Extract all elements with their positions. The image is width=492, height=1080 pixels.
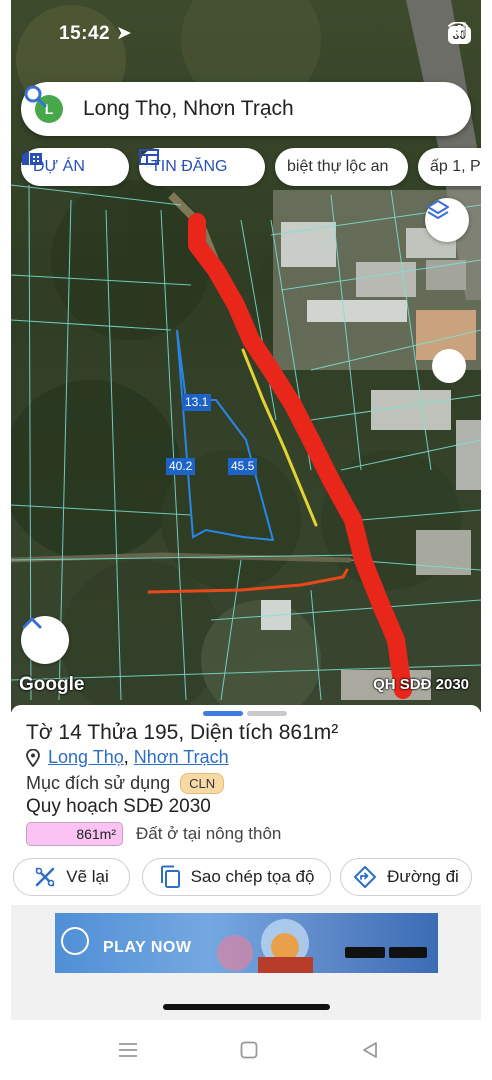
parcel-title: Tờ 14 Thửa 195, Diện tích 861m² <box>26 721 339 744</box>
copy-icon <box>160 865 180 888</box>
area-description: Đất ở tại nông thôn <box>136 824 282 843</box>
chip-suggestion-2[interactable]: ấp 1, Ph <box>418 148 481 186</box>
chip-tin-dang[interactable]: TIN ĐĂNG <box>139 148 265 186</box>
app-screen: 15:42 ➤ 80 L Long Thọ, Nhơn Trạch <box>11 0 481 1020</box>
layers-button[interactable] <box>425 198 469 242</box>
ad-play-now[interactable]: PLAY NOW <box>103 939 191 957</box>
redraw-button[interactable]: Vẽ lại <box>13 858 130 896</box>
status-icons: 80 <box>447 22 471 48</box>
search-bar[interactable]: L Long Thọ, Nhơn Trạch <box>21 82 471 136</box>
ad-banner[interactable]: PLAY NOW <box>55 913 438 973</box>
search-input[interactable]: Long Thọ, Nhơn Trạch <box>83 97 471 121</box>
location-arrow-icon: ➤ <box>115 23 133 44</box>
status-time: 15:42 ➤ <box>59 23 133 44</box>
listing-icon <box>139 149 159 165</box>
chevron-up-icon <box>22 617 42 629</box>
dimension-label-left: 40.2 <box>166 458 196 475</box>
plan-area-row: 861m² Đất ở tại nông thôn <box>26 822 281 846</box>
home-indicator[interactable] <box>163 1004 330 1010</box>
android-nav-bar <box>0 1020 492 1080</box>
pager-dot-active[interactable] <box>203 711 243 716</box>
phone-frame: 15:42 ➤ 80 L Long Thọ, Nhơn Trạch <box>0 0 492 1080</box>
dimension-label-right: 45.5 <box>228 458 258 475</box>
copy-coordinates-button[interactable]: Sao chép tọa độ <box>142 858 331 896</box>
sheet-pager[interactable] <box>203 711 287 716</box>
menu-icon[interactable] <box>118 1042 138 1058</box>
plan-title: Quy hoạch SDĐ 2030 <box>26 796 211 817</box>
chip-du-an[interactable]: DỰ ÁN <box>21 148 129 186</box>
directions-icon <box>354 866 377 888</box>
purpose-label: Mục đích sử dụng <box>26 773 171 793</box>
expand-up-button[interactable] <box>21 616 69 664</box>
building-icon <box>22 150 42 165</box>
purpose-code-badge: CLN <box>180 773 225 794</box>
location-pin-icon <box>26 748 40 767</box>
map-position-marker[interactable] <box>432 349 466 383</box>
location-link-district[interactable]: Nhơn Trạch <box>134 747 229 768</box>
location-link-commune[interactable]: Long Thọ <box>48 747 124 768</box>
parcel-info-sheet: Tờ 14 Thửa 195, Diện tích 861m² Long Thọ… <box>11 705 481 1020</box>
pager-dot[interactable] <box>247 711 287 716</box>
home-square-icon[interactable] <box>240 1041 258 1059</box>
dimension-label-top: 13.1 <box>182 394 212 411</box>
plan-layer-label: QH SDĐ 2030 <box>373 676 469 693</box>
directions-button[interactable]: Đường đi <box>340 858 472 896</box>
chip-suggestion-1[interactable]: biệt thự lộc an <box>275 148 408 186</box>
location-separator: , <box>123 747 134 767</box>
layers-icon <box>427 200 449 219</box>
wifi-icon <box>447 22 468 36</box>
area-swatch: 861m² <box>26 822 123 846</box>
google-logo: Google <box>19 674 85 695</box>
location-row: Long Thọ , Nhơn Trạch <box>26 747 229 768</box>
purpose-row: Mục đích sử dụng CLN <box>26 773 225 794</box>
back-triangle-icon[interactable] <box>362 1041 378 1059</box>
redraw-icon <box>35 867 55 887</box>
satellite-map[interactable]: 15:42 ➤ 80 L Long Thọ, Nhơn Trạch <box>11 0 481 712</box>
search-icon[interactable] <box>21 82 51 112</box>
